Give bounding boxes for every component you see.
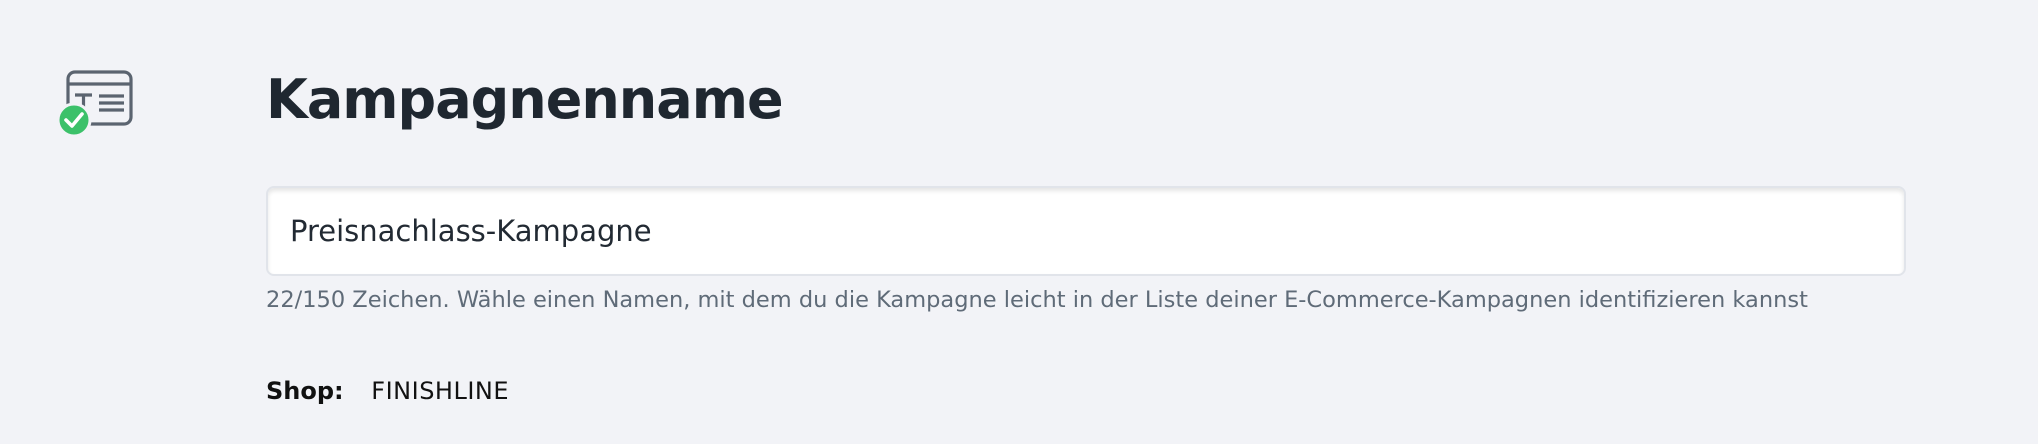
shop-value: FINISHLINE bbox=[371, 377, 510, 405]
shop-label: Shop: bbox=[266, 377, 344, 405]
text-card-check-icon bbox=[56, 68, 136, 140]
campaign-name-section: Kampagnenname 22/150 Zeichen. Wähle eine… bbox=[0, 0, 2038, 444]
section-title: Kampagnenname bbox=[266, 68, 784, 131]
campaign-name-helper-text: 22/150 Zeichen. Wähle einen Namen, mit d… bbox=[266, 287, 1808, 313]
shop-row: Shop: FINISHLINE bbox=[266, 374, 509, 408]
campaign-name-input[interactable] bbox=[266, 186, 1906, 276]
